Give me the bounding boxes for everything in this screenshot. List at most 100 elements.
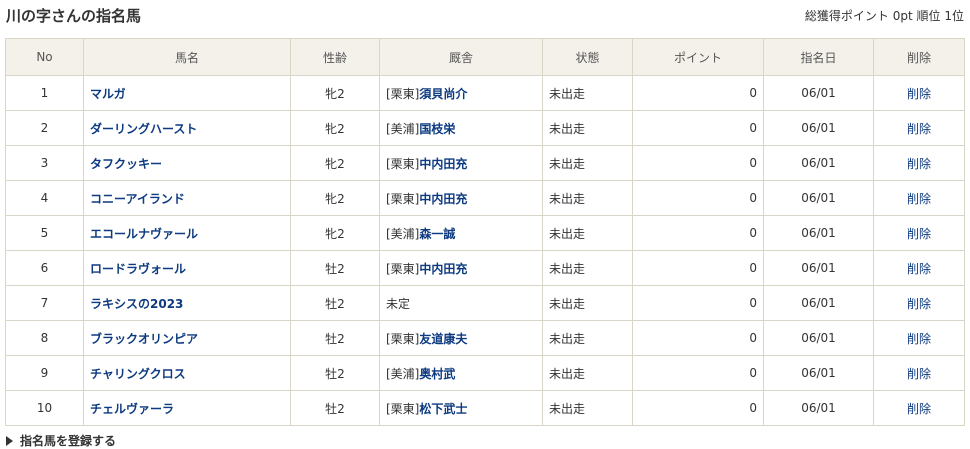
- stable-region: [美浦]: [386, 366, 420, 381]
- horse-name-cell: マルガ: [83, 75, 291, 111]
- table-row: 5 エコールナヴァール 牝2 [美浦]森一誠 未出走 0 06/01 削除: [5, 215, 965, 251]
- delete-cell: 削除: [873, 145, 965, 181]
- trainer-name: 国枝栄: [419, 121, 456, 136]
- row-no: 10: [5, 390, 84, 426]
- page-header: 川の字さんの指名馬 総獲得ポイント 0pt 順位 1位: [6, 0, 964, 30]
- delete-link[interactable]: 削除: [907, 332, 931, 346]
- points: 0: [632, 145, 764, 181]
- delete-cell: 削除: [873, 285, 965, 321]
- nomination-date: 06/01: [763, 320, 874, 356]
- horse-name-link[interactable]: タフクッキー: [90, 157, 162, 171]
- delete-link[interactable]: 削除: [907, 192, 931, 206]
- status: 未出走: [542, 145, 633, 181]
- table-row: 10 チェルヴァーラ 牡2 [栗東]松下武士 未出走 0 06/01 削除: [5, 390, 965, 426]
- horse-name-link[interactable]: コニーアイランド: [90, 192, 185, 206]
- sex-age: 牡2: [290, 285, 380, 321]
- stable-region: [栗東]: [386, 86, 420, 101]
- header-status: 状態: [542, 38, 633, 76]
- row-no: 5: [5, 215, 84, 251]
- delete-link[interactable]: 削除: [907, 87, 931, 101]
- table-row: 9 チャリングクロス 牡2 [美浦]奥村武 未出走 0 06/01 削除: [5, 355, 965, 391]
- row-no: 6: [5, 250, 84, 286]
- delete-cell: 削除: [873, 355, 965, 391]
- delete-cell: 削除: [873, 75, 965, 111]
- stable-cell: [栗東]中内田充: [379, 180, 543, 216]
- delete-cell: 削除: [873, 390, 965, 426]
- register-nominee-link[interactable]: 指名馬を登録する: [6, 432, 116, 449]
- sex-age: 牝2: [290, 145, 380, 181]
- points: 0: [632, 110, 764, 146]
- stable-cell: [栗東]中内田充: [379, 250, 543, 286]
- delete-link[interactable]: 削除: [907, 122, 931, 136]
- stable-cell: [栗東]中内田充: [379, 145, 543, 181]
- delete-link[interactable]: 削除: [907, 402, 931, 416]
- delete-link[interactable]: 削除: [907, 297, 931, 311]
- horse-name-cell: ダーリングハースト: [83, 110, 291, 146]
- status: 未出走: [542, 355, 633, 391]
- rank-value: 1位: [944, 8, 964, 23]
- register-nominee-label: 指名馬を登録する: [20, 434, 117, 448]
- trainer-name: 松下武士: [419, 401, 468, 416]
- nomination-date: 06/01: [763, 355, 874, 391]
- status: 未出走: [542, 390, 633, 426]
- horse-name-link[interactable]: ダーリングハースト: [90, 122, 197, 136]
- points: 0: [632, 285, 764, 321]
- header-horse-name: 馬名: [83, 38, 291, 76]
- page: 川の字さんの指名馬 総獲得ポイント 0pt 順位 1位 No 馬名 性齢 厩舎 …: [0, 0, 970, 449]
- row-no: 7: [5, 285, 84, 321]
- horse-name-link[interactable]: ラキシスの2023: [90, 297, 183, 311]
- table-row: 3 タフクッキー 牝2 [栗東]中内田充 未出走 0 06/01 削除: [5, 145, 965, 181]
- sex-age: 牝2: [290, 215, 380, 251]
- nominated-horses-table: No 馬名 性齢 厩舎 状態 ポイント 指名日 削除 1 マルガ 牝2 [栗東]須貝尚…: [5, 38, 965, 426]
- table-row: 1 マルガ 牝2 [栗東]須貝尚介 未出走 0 06/01 削除: [5, 75, 965, 111]
- table-header-row: No 馬名 性齢 厩舎 状態 ポイント 指名日 削除: [5, 38, 965, 76]
- table-row: 6 ロードラヴォール 牡2 [栗東]中内田充 未出走 0 06/01 削除: [5, 250, 965, 286]
- header-nomination-date: 指名日: [763, 38, 874, 76]
- total-points-label: 総獲得ポイント: [804, 8, 889, 23]
- table-row: 2 ダーリングハースト 牝2 [美浦]国枝栄 未出走 0 06/01 削除: [5, 110, 965, 146]
- horse-name-link[interactable]: チェルヴァーラ: [90, 402, 174, 416]
- stable-region: [美浦]: [386, 226, 420, 241]
- status: 未出走: [542, 180, 633, 216]
- stable-region: [栗東]: [386, 156, 420, 171]
- sex-age: 牡2: [290, 355, 380, 391]
- horse-name-link[interactable]: ブラックオリンピア: [90, 332, 198, 346]
- nomination-date: 06/01: [763, 390, 874, 426]
- stable-cell: [栗東]友道康夫: [379, 320, 543, 356]
- trainer-name: 中内田充: [419, 191, 468, 206]
- points: 0: [632, 75, 764, 111]
- row-no: 3: [5, 145, 84, 181]
- stable-cell: [美浦]奥村武: [379, 355, 543, 391]
- horse-name-link[interactable]: マルガ: [90, 87, 126, 101]
- nomination-date: 06/01: [763, 180, 874, 216]
- horse-name-link[interactable]: チャリングクロス: [90, 367, 186, 381]
- stable-region: [栗東]: [386, 191, 420, 206]
- horse-name-link[interactable]: ロードラヴォール: [90, 262, 186, 276]
- header-no: No: [5, 38, 84, 76]
- delete-link[interactable]: 削除: [907, 157, 931, 171]
- points: 0: [632, 215, 764, 251]
- stable-region: [栗東]: [386, 331, 420, 346]
- stable-region: [栗東]: [386, 261, 420, 276]
- delete-cell: 削除: [873, 320, 965, 356]
- trainer-name: 奥村武: [419, 366, 456, 381]
- status: 未出走: [542, 285, 633, 321]
- stable-region: 未定: [386, 296, 411, 311]
- delete-link[interactable]: 削除: [907, 227, 931, 241]
- status: 未出走: [542, 215, 633, 251]
- nomination-date: 06/01: [763, 285, 874, 321]
- horse-name-cell: ロードラヴォール: [83, 250, 291, 286]
- delete-cell: 削除: [873, 215, 965, 251]
- horse-name-link[interactable]: エコールナヴァール: [90, 227, 198, 241]
- delete-cell: 削除: [873, 180, 965, 216]
- delete-link[interactable]: 削除: [907, 367, 931, 381]
- nomination-date: 06/01: [763, 250, 874, 286]
- sex-age: 牝2: [290, 75, 380, 111]
- trainer-name: 森一誠: [419, 226, 456, 241]
- header-sex-age: 性齢: [290, 38, 380, 76]
- delete-link[interactable]: 削除: [907, 262, 931, 276]
- nomination-date: 06/01: [763, 215, 874, 251]
- table-row: 4 コニーアイランド 牝2 [栗東]中内田充 未出走 0 06/01 削除: [5, 180, 965, 216]
- horse-name-cell: コニーアイランド: [83, 180, 291, 216]
- header-points: ポイント: [632, 38, 764, 76]
